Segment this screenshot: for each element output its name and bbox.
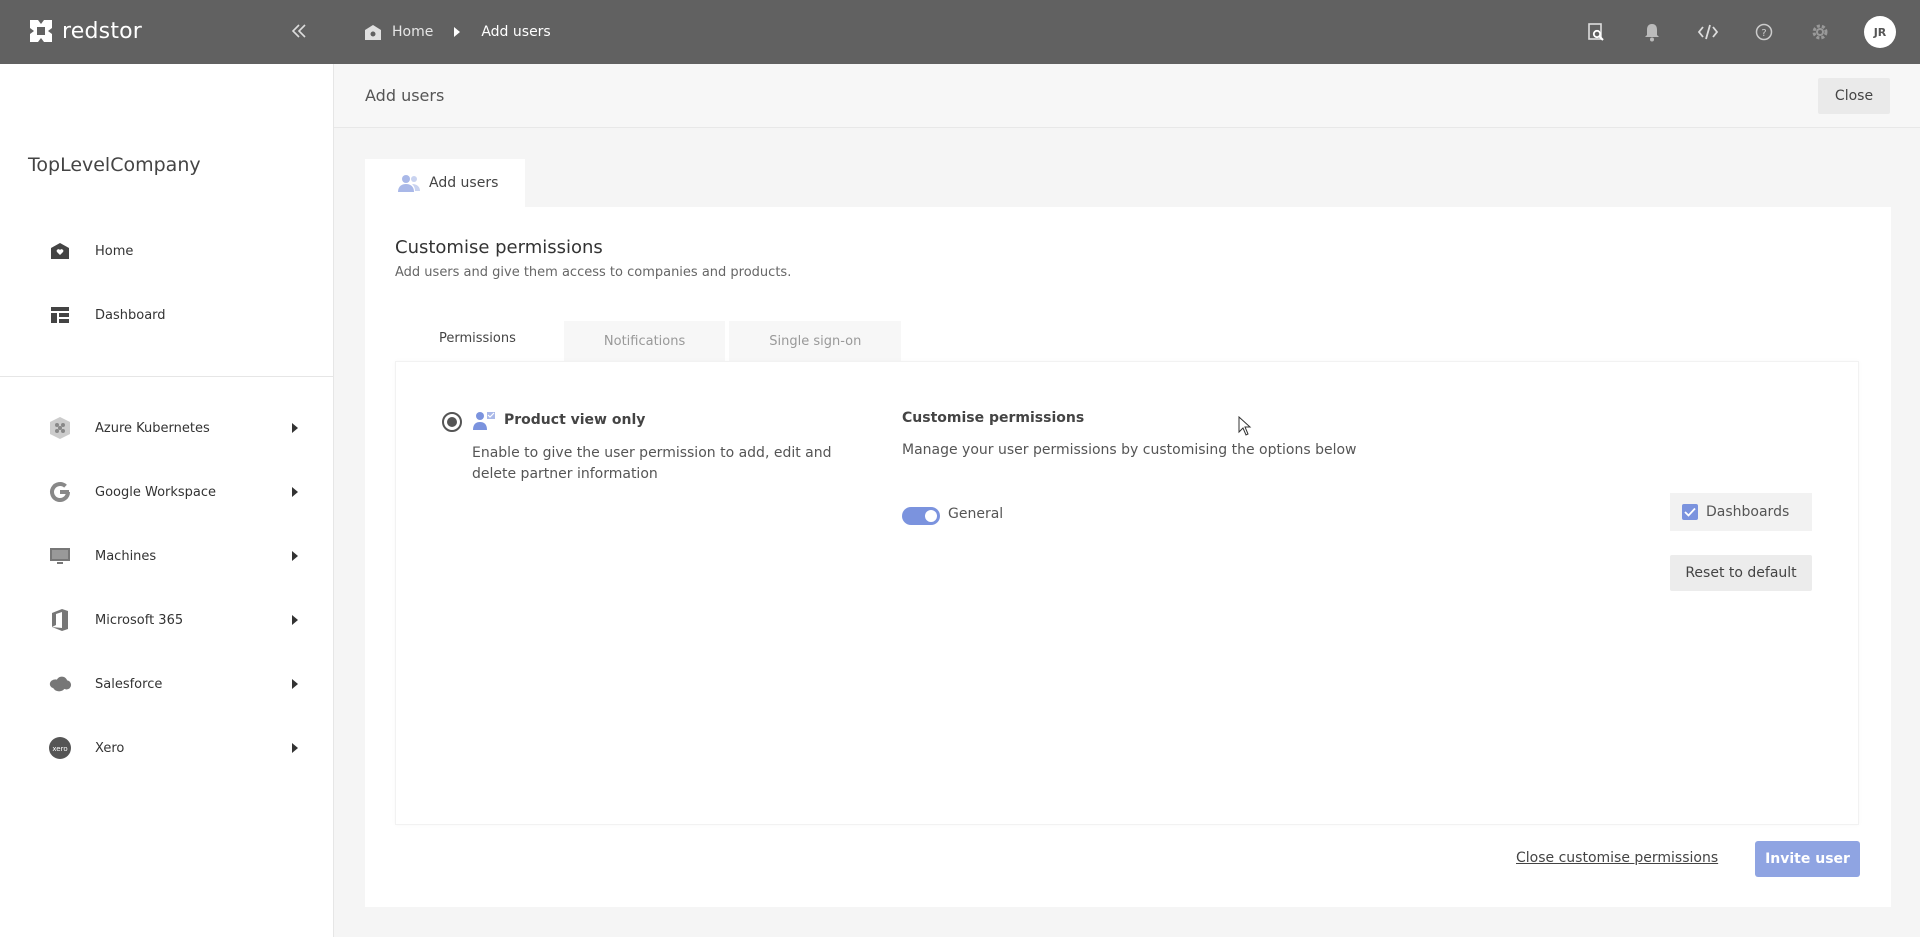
sidebar-item-label: Dashboard [95,307,166,323]
dashboards-checkbox-chip[interactable]: Dashboards [1670,493,1812,531]
tab-add-users[interactable]: Add users [365,159,525,207]
sidebar-item-xero[interactable]: xero Xero [48,733,304,763]
close-button[interactable]: Close [1818,78,1890,114]
salesforce-icon [48,672,72,696]
page-title: Add users [365,86,445,105]
brand-logo[interactable]: redstor [28,18,142,44]
sidebar-item-label: Salesforce [95,676,163,692]
xero-icon: xero [48,736,72,760]
kubernetes-icon [48,416,72,440]
top-actions: ? JR [1584,0,1896,64]
dashboard-icon [48,303,72,327]
sidebar-item-salesforce[interactable]: Salesforce [48,669,304,699]
tab-notifications[interactable]: Notifications [563,321,726,361]
breadcrumb: Home Add users [364,0,551,64]
option-title: Product view only [504,412,646,428]
permissions-panel: Product view only Enable to give the use… [395,361,1859,825]
user-avatar[interactable]: JR [1864,16,1896,48]
sidebar-item-label: Home [95,243,134,259]
users-icon [398,175,420,192]
permission-tabs: Permissions Notifications Single sign-on [395,315,902,361]
google-icon [48,480,72,504]
card-subtitle: Add users and give them access to compan… [395,265,792,280]
product-view-only-radio[interactable] [442,412,462,432]
sidebar-item-label: Azure Kubernetes [95,420,210,436]
sidebar-item-label: Machines [95,548,157,564]
breadcrumb-current: Add users [481,24,551,40]
tab-permissions[interactable]: Permissions [395,315,560,361]
svg-text:?: ? [1761,28,1766,39]
expand-arrow-icon [292,679,298,689]
sidebar-item-label: Xero [95,740,125,756]
user-permission-icon [473,412,495,430]
invite-user-button[interactable]: Invite user [1755,841,1860,877]
card-title: Customise permissions [395,237,603,258]
expand-arrow-icon [292,615,298,625]
sidebar-item-google-workspace[interactable]: Google Workspace [48,477,304,507]
sidebar-item-label: Microsoft 365 [95,612,184,628]
gear-icon[interactable] [1808,20,1832,44]
chevron-right-icon [454,27,461,37]
redstor-logo-icon [30,20,52,42]
bell-icon[interactable] [1640,20,1664,44]
customise-title: Customise permissions [902,410,1085,426]
general-toggle-label: General [948,506,1004,522]
dashboards-label: Dashboards [1706,504,1790,520]
expand-arrow-icon [292,743,298,753]
expand-arrow-icon [292,423,298,433]
office-icon [48,608,72,632]
tab-label: Add users [429,175,499,191]
search-document-icon[interactable] [1584,20,1608,44]
reset-to-default-button[interactable]: Reset to default [1670,555,1812,591]
home-icon [48,239,72,263]
toggle-knob [925,510,937,522]
checkbox-checked-icon[interactable] [1682,504,1698,520]
brand-name: redstor [62,18,143,44]
svg-text:xero: xero [52,745,67,753]
breadcrumb-home-label: Home [392,24,434,40]
customise-permissions-card: Customise permissions Add users and give… [365,207,1891,907]
sidebar-item-microsoft-365[interactable]: Microsoft 365 [48,605,304,635]
help-icon[interactable]: ? [1752,20,1776,44]
sidebar-item-label: Google Workspace [95,484,217,500]
customise-description: Manage your user permissions by customis… [902,442,1357,458]
expand-arrow-icon [292,551,298,561]
general-toggle[interactable] [902,507,940,525]
option-description: Enable to give the user permission to ad… [472,445,832,482]
sidebar-item-machines[interactable]: Machines [48,541,304,571]
collapse-sidebar-icon[interactable] [288,20,310,42]
sidebar-divider [0,376,334,377]
mouse-cursor-icon [1238,416,1252,436]
page-header: Add users Close [334,64,1920,128]
expand-arrow-icon [292,487,298,497]
tab-single-sign-on[interactable]: Single sign-on [729,321,902,361]
breadcrumb-home[interactable]: Home [364,24,433,41]
sidebar-item-dashboard[interactable]: Dashboard [48,300,304,330]
sidebar: TopLevelCompany Home Dashboard Azure Kub… [0,64,334,937]
close-customise-permissions-link[interactable]: Close customise permissions [1516,850,1718,866]
sidebar-item-azure-kubernetes[interactable]: Azure Kubernetes [48,413,304,443]
radio-selected-dot [447,417,457,427]
home-icon [365,24,381,40]
sidebar-item-home[interactable]: Home [48,236,304,266]
monitor-icon [48,544,72,568]
code-icon[interactable] [1696,20,1720,44]
company-name: TopLevelCompany [28,154,201,176]
top-bar: redstor Home Add users ? JR [0,0,1920,64]
